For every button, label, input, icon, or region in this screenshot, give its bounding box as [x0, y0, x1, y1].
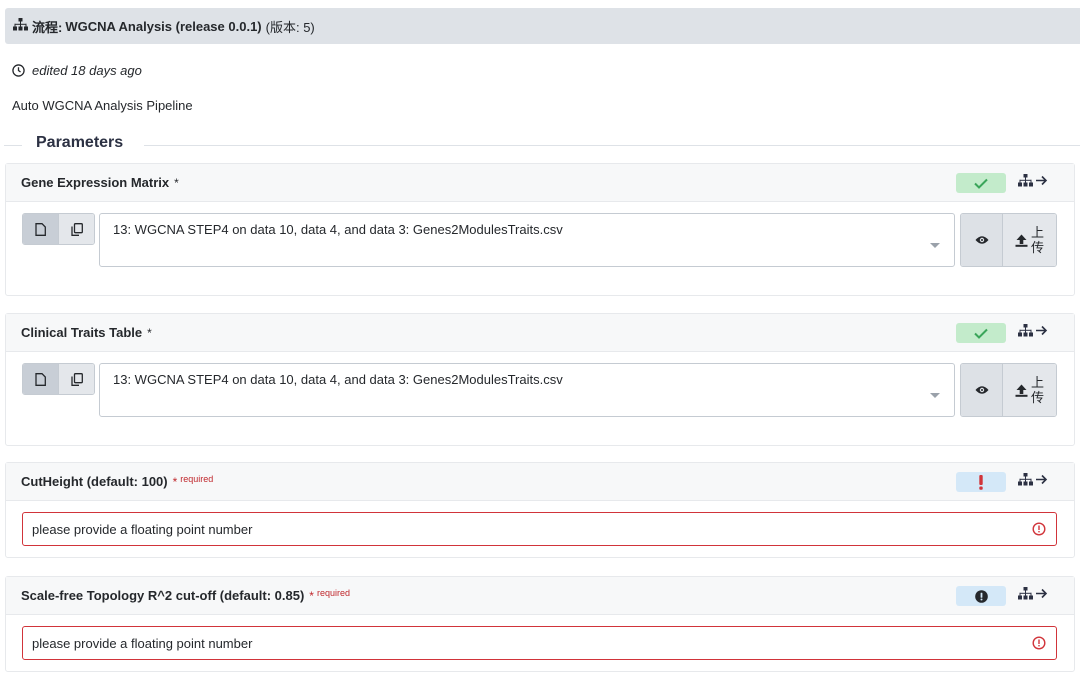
input-placeholder: please provide a floating point number	[32, 635, 253, 651]
connect-to-input-button[interactable]	[1018, 587, 1048, 600]
valid-badge	[956, 323, 1006, 343]
upload-label: 上	[1030, 375, 1044, 390]
warning-circle-icon	[1032, 636, 1046, 650]
divider	[4, 145, 22, 146]
multiple-datasets-button[interactable]	[58, 364, 94, 394]
single-dataset-button[interactable]	[23, 364, 58, 394]
selected-dataset: 13: WGCNA STEP4 on data 10, data 4, and …	[113, 372, 563, 387]
workflow-description: Auto WGCNA Analysis Pipeline	[12, 98, 193, 113]
caret-down-icon	[930, 243, 940, 248]
error-badge	[956, 586, 1006, 606]
parameters-title: Parameters	[36, 134, 124, 151]
required-text: required	[316, 587, 350, 598]
required-star: *	[172, 474, 178, 489]
upload-label: 传	[1030, 390, 1044, 405]
upload-icon	[1015, 384, 1028, 397]
param-card-clinical-traits-table: Clinical Traits Table * 13: WGCNA STEP4 …	[5, 313, 1075, 446]
warning-circle-icon	[1032, 522, 1046, 536]
workflow-prefix: 流程:	[32, 19, 63, 35]
dataset-select[interactable]: 13: WGCNA STEP4 on data 10, data 4, and …	[99, 213, 955, 267]
edited-info: edited 18 days ago	[12, 63, 142, 78]
eye-icon	[975, 386, 988, 394]
param-label: Gene Expression Matrix	[21, 175, 170, 190]
param-card-header: CutHeight (default: 100) * required	[6, 463, 1074, 501]
dataset-actions: 上传	[960, 363, 1057, 417]
parameters-heading: Parameters	[4, 134, 1080, 156]
param-card-gene-expression-matrix: Gene Expression Matrix * 13: WGCNA STEP4…	[5, 163, 1075, 296]
upload-label: 上	[1030, 225, 1044, 240]
upload-icon	[1015, 234, 1028, 247]
exclamation-icon	[979, 474, 983, 490]
exclamation-circle-icon	[974, 589, 988, 603]
preview-button[interactable]	[961, 214, 1002, 266]
divider	[144, 145, 1080, 146]
caret-down-icon	[930, 393, 940, 398]
sitemap-arrow-icon	[1018, 174, 1048, 187]
sitemap-icon	[13, 18, 28, 34]
cutheight-input[interactable]: please provide a floating point number	[22, 512, 1057, 546]
param-card-scale-free-topology: Scale-free Topology R^2 cut-off (default…	[5, 576, 1075, 672]
required-star: *	[147, 325, 152, 340]
param-card-cutheight: CutHeight (default: 100) * required plea…	[5, 462, 1075, 558]
r2-cutoff-input[interactable]: please provide a floating point number	[22, 626, 1057, 660]
param-card-header: Gene Expression Matrix *	[6, 164, 1074, 202]
connect-to-input-button[interactable]	[1018, 324, 1048, 337]
sitemap-arrow-icon	[1018, 473, 1048, 486]
error-badge	[956, 472, 1006, 492]
single-dataset-button[interactable]	[23, 214, 58, 244]
check-icon	[974, 328, 988, 339]
sitemap-arrow-icon	[1018, 324, 1048, 337]
copy-icon	[70, 372, 83, 386]
preview-button[interactable]	[961, 364, 1002, 416]
edited-text: edited 18 days ago	[32, 63, 142, 78]
multiple-datasets-button[interactable]	[58, 214, 94, 244]
workflow-version: (版本: 5)	[265, 19, 315, 35]
eye-icon	[975, 236, 988, 244]
clock-icon	[12, 64, 25, 77]
file-icon	[35, 372, 46, 386]
connect-to-input-button[interactable]	[1018, 174, 1048, 187]
param-card-header: Scale-free Topology R^2 cut-off (default…	[6, 577, 1074, 615]
dataset-mode-toggle	[22, 363, 95, 395]
required-star: *	[174, 175, 179, 190]
dataset-actions: 上传	[960, 213, 1057, 267]
workflow-header: 流程: WGCNA Analysis (release 0.0.1) (版本: …	[5, 8, 1080, 44]
required-text: required	[180, 473, 214, 484]
file-icon	[35, 222, 46, 236]
workflow-name: WGCNA Analysis (release 0.0.1)	[65, 18, 262, 34]
param-card-header: Clinical Traits Table *	[6, 314, 1074, 352]
check-icon	[974, 178, 988, 189]
valid-badge	[956, 173, 1006, 193]
selected-dataset: 13: WGCNA STEP4 on data 10, data 4, and …	[113, 222, 563, 237]
dataset-mode-toggle	[22, 213, 95, 245]
dataset-select[interactable]: 13: WGCNA STEP4 on data 10, data 4, and …	[99, 363, 955, 417]
param-label: Clinical Traits Table	[21, 325, 143, 340]
param-label: CutHeight (default: 100)	[21, 474, 168, 489]
sitemap-arrow-icon	[1018, 587, 1048, 600]
connect-to-input-button[interactable]	[1018, 473, 1048, 486]
upload-button[interactable]: 上传	[1002, 214, 1056, 266]
input-placeholder: please provide a floating point number	[32, 521, 253, 537]
upload-label: 传	[1030, 240, 1044, 255]
upload-button[interactable]: 上传	[1002, 364, 1056, 416]
required-star: *	[309, 588, 314, 603]
copy-icon	[70, 222, 83, 236]
param-label: Scale-free Topology R^2 cut-off (default…	[21, 588, 305, 603]
